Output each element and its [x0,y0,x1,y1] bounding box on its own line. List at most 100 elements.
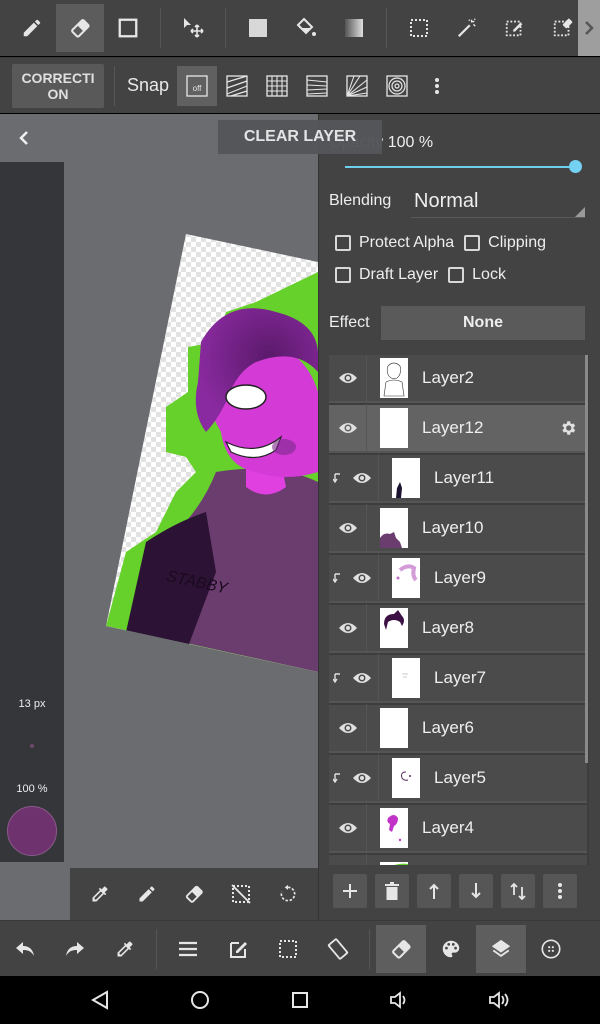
layer-list[interactable]: Layer2 Layer12 Layer11 Layer10 Layer9 La… [329,355,589,865]
layer-row[interactable]: Layer2 [329,355,587,403]
volume-up-button[interactable] [480,980,520,1020]
layers-button[interactable] [476,924,526,973]
visibility-toggle[interactable] [345,554,379,602]
layer-row[interactable]: Layer6 [329,704,587,753]
layer-settings-gear-icon[interactable] [559,419,577,437]
redo-icon [66,941,84,956]
fill-rect-tool-button[interactable] [234,4,282,52]
layer-list-scrollbar[interactable] [585,355,588,763]
clipping-checkbox[interactable] [464,235,481,251]
pen-tool-button[interactable] [8,4,56,52]
redo-button[interactable] [50,925,100,973]
rect-select-tool-button[interactable] [395,4,443,52]
more-options-button[interactable] [526,925,576,973]
layer-row[interactable]: Layer11 [329,454,587,503]
snap-grid-button[interactable] [257,66,297,106]
visibility-toggle[interactable] [329,704,367,752]
nav-recents-button[interactable] [280,980,320,1020]
visibility-toggle[interactable] [345,654,379,702]
visibility-toggle[interactable] [329,504,367,552]
toolbar-scroll-button[interactable] [578,0,600,56]
eraser-mode-button[interactable] [376,924,426,973]
lock-checkbox[interactable] [448,267,465,283]
rotate-canvas-button[interactable] [313,925,363,973]
sub-toolbar-gap [0,868,70,920]
shape-tool-button[interactable] [104,4,152,52]
lock-label[interactable]: Lock [472,266,506,284]
move-layer-down-button[interactable] [459,874,493,908]
layer-row-selected[interactable]: Layer12 [329,404,587,453]
visibility-toggle[interactable] [329,804,367,852]
edit-button[interactable] [213,925,263,973]
visibility-toggle[interactable] [329,355,367,402]
clipping-indicator [329,754,345,802]
visibility-toggle[interactable] [345,454,379,502]
nav-home-button[interactable] [180,980,220,1020]
brush-opacity-value[interactable]: 100 % [0,783,64,795]
nav-back-button[interactable] [80,980,120,1020]
eraser-icon [392,939,411,959]
clip-arrow-icon [333,573,340,583]
magic-wand-tool-button[interactable] [443,4,491,52]
collapse-panel-button[interactable] [12,126,36,150]
visibility-toggle[interactable] [329,604,367,652]
move-tool-button[interactable] [169,4,217,52]
layer-opacity-slider[interactable] [345,166,575,168]
gradient-tool-button[interactable] [330,4,378,52]
layer-row[interactable]: Layer8 [329,604,587,653]
top-toolbar [0,0,600,56]
layer-more-button[interactable] [543,874,577,908]
snap-concentric-button[interactable] [377,66,417,106]
eyedropper-button[interactable] [100,925,150,973]
quick-rotate-reset-button[interactable] [270,870,306,918]
draft-layer-label[interactable]: Draft Layer [359,266,438,284]
layer-row[interactable]: Layer4 [329,804,587,853]
swap-layers-button[interactable] [501,874,535,908]
select-pen-tool-button[interactable] [491,4,539,52]
layer-name: Layer10 [422,518,484,537]
visibility-toggle[interactable] [329,404,367,452]
quick-deselect-button[interactable] [223,870,259,918]
layer-row[interactable]: Layer10 [329,504,587,553]
snap-radial-button[interactable] [337,66,377,106]
draft-layer-checkbox[interactable] [335,267,351,283]
add-layer-button[interactable] [333,874,367,908]
layer-name: Layer11 [434,468,495,487]
layer-row[interactable]: Layer9 [329,554,587,603]
artwork-canvas[interactable]: STABBY [106,232,318,672]
pen-icon [139,886,155,902]
selection-button[interactable] [263,925,313,973]
undo-button[interactable] [0,925,50,973]
delete-layer-button[interactable] [375,874,409,908]
move-layer-up-button[interactable] [417,874,451,908]
layer-row[interactable]: Layer5 [329,754,587,803]
protect-alpha-label[interactable]: Protect Alpha [359,234,454,252]
snap-off-button[interactable]: off [177,65,218,106]
visibility-toggle[interactable] [345,754,379,802]
visibility-toggle[interactable] [329,854,367,865]
snap-perspective-button[interactable] [297,66,337,106]
current-color-swatch[interactable] [7,806,57,856]
protect-alpha-checkbox[interactable] [335,235,351,251]
blending-mode-select[interactable]: Normal [411,184,585,218]
layer-row[interactable]: Layer7 [329,654,587,703]
clipping-label[interactable]: Clipping [488,234,546,252]
color-palette-button[interactable] [426,925,476,973]
quick-eraser-button[interactable] [176,870,212,918]
toolbar-divider [225,8,226,48]
menu-button[interactable] [163,925,213,973]
eraser-tool-button[interactable] [56,4,104,52]
quick-pen-button[interactable] [129,870,165,918]
layer-row-partial[interactable] [329,854,587,865]
snap-more-button[interactable] [417,66,457,106]
quick-eyedropper-button[interactable] [82,870,118,918]
snap-parallel-button[interactable] [217,66,257,106]
volume-down-button[interactable] [380,980,420,1020]
effect-button[interactable]: None [381,306,585,340]
clipping-indicator [329,454,345,502]
correction-button[interactable]: CORRECTION [12,63,104,108]
bucket-tool-button[interactable] [282,4,330,52]
brush-size-value[interactable]: 13 px [0,698,64,710]
layer-opacity-slider-thumb[interactable] [569,160,582,173]
clear-layer-button[interactable]: CLEAR LAYER [218,120,382,154]
